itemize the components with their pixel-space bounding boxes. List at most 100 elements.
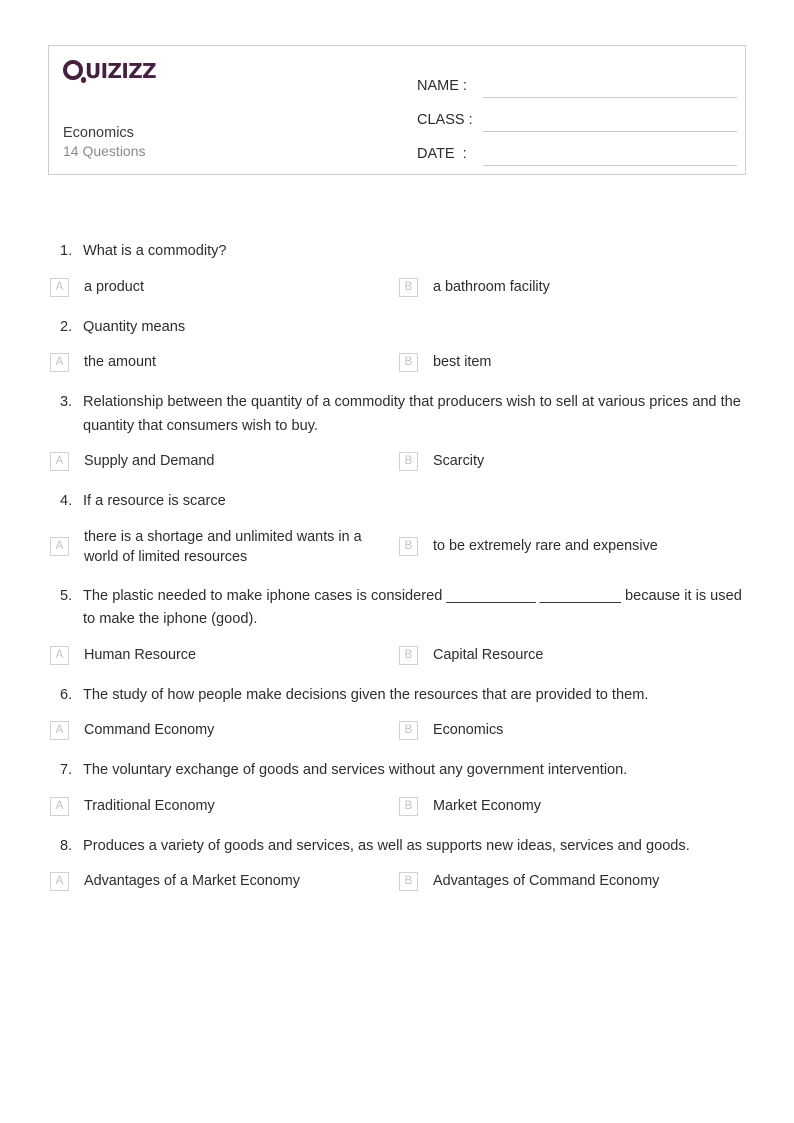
question-block: 6. The study of how people make decision… bbox=[48, 672, 746, 748]
question-list: 1. What is a commodity? A a product B a … bbox=[48, 228, 746, 898]
option-b-letter: B bbox=[399, 645, 418, 665]
question-number: 7. bbox=[60, 762, 73, 778]
worksheet-header: UIZIZZ Economics 14 Questions NAME : CLA… bbox=[48, 45, 746, 175]
question-block: 7. The voluntary exchange of goods and s… bbox=[48, 747, 746, 823]
question-text: The plastic needed to make iphone cases … bbox=[83, 587, 742, 628]
option-a-letter: A bbox=[50, 872, 69, 891]
option-b-text: to be extremely rare and expensive bbox=[433, 538, 658, 554]
name-input-line[interactable] bbox=[483, 76, 737, 98]
option-a[interactable]: A the amount bbox=[48, 352, 397, 373]
option-a-letter: A bbox=[50, 537, 69, 556]
option-a-text: Traditional Economy bbox=[84, 797, 215, 814]
question-number: 8. bbox=[60, 837, 73, 854]
question-line: 4. If a resource is scarce bbox=[48, 478, 746, 514]
date-field-row: DATE : bbox=[417, 132, 737, 166]
question-text: If a resource is scarce bbox=[83, 493, 226, 509]
question-number: 4. bbox=[60, 493, 73, 509]
option-b-text: a bathroom facility bbox=[433, 278, 550, 295]
option-a[interactable]: A Supply and Demand bbox=[48, 451, 397, 472]
quizizz-logo-text: UIZIZZ bbox=[85, 58, 157, 83]
option-b-text: Scarcity bbox=[433, 453, 485, 469]
question-line: 8. Produces a variety of goods and servi… bbox=[48, 823, 746, 859]
quiz-question-count: 14 Questions bbox=[63, 143, 146, 159]
question-text: Produces a variety of goods and services… bbox=[83, 837, 690, 854]
question-block: 4. If a resource is scarce A there is a … bbox=[48, 478, 746, 573]
student-info-fields: NAME : CLASS : DATE : bbox=[417, 64, 737, 166]
option-b-letter: B bbox=[399, 452, 418, 471]
option-a-text: there is a shortage and unlimited wants … bbox=[84, 528, 362, 565]
option-b-text: Market Economy bbox=[433, 797, 541, 814]
option-a-letter: A bbox=[50, 721, 69, 740]
question-block: 5. The plastic needed to make iphone cas… bbox=[48, 573, 746, 672]
option-a-letter: A bbox=[50, 277, 69, 297]
option-a-text: Human Resource bbox=[84, 646, 196, 663]
option-a-letter: A bbox=[50, 796, 69, 816]
option-b-text: Economics bbox=[433, 722, 504, 738]
question-text: Relationship between the quantity of a c… bbox=[83, 394, 741, 434]
name-field-label: NAME : bbox=[417, 78, 467, 94]
option-a[interactable]: A Advantages of a Market Economy bbox=[48, 871, 397, 892]
option-a-letter: A bbox=[50, 353, 69, 372]
option-b-letter: B bbox=[399, 277, 418, 297]
question-block: 8. Produces a variety of goods and servi… bbox=[48, 823, 746, 899]
question-text: The study of how people make decisions g… bbox=[83, 686, 649, 703]
option-b-letter: B bbox=[399, 353, 418, 372]
date-input-line[interactable] bbox=[483, 144, 737, 166]
option-a[interactable]: A a product bbox=[48, 277, 397, 298]
option-row: A a product B a bathroom facility bbox=[48, 264, 746, 304]
option-a[interactable]: A Traditional Economy bbox=[48, 796, 397, 817]
question-text: What is a commodity? bbox=[83, 243, 227, 259]
option-a-letter: A bbox=[50, 452, 69, 471]
question-text: Quantity means bbox=[83, 318, 186, 335]
question-line: 1. What is a commodity? bbox=[48, 228, 746, 264]
option-b[interactable]: B best item bbox=[397, 352, 746, 373]
question-line: 7. The voluntary exchange of goods and s… bbox=[48, 747, 746, 783]
quizizz-logo: UIZIZZ bbox=[63, 58, 263, 84]
option-b[interactable]: B Market Economy bbox=[397, 796, 746, 817]
option-b[interactable]: B Capital Resource bbox=[397, 645, 746, 666]
question-text: The voluntary exchange of goods and serv… bbox=[83, 762, 628, 778]
option-row: A Advantages of a Market Economy B Advan… bbox=[48, 858, 746, 898]
option-a-text: Advantages of a Market Economy bbox=[84, 873, 300, 889]
option-row: A there is a shortage and unlimited want… bbox=[48, 514, 746, 573]
class-input-line[interactable] bbox=[483, 110, 737, 132]
option-b-text: Advantages of Command Economy bbox=[433, 873, 660, 889]
question-block: 3. Relationship between the quantity of … bbox=[48, 379, 746, 478]
question-line: 2. Quantity means bbox=[48, 304, 746, 340]
option-b[interactable]: B Scarcity bbox=[397, 451, 746, 472]
question-number: 3. bbox=[60, 394, 73, 410]
name-field-row: NAME : bbox=[417, 64, 737, 98]
option-a-letter: A bbox=[50, 645, 69, 665]
option-b[interactable]: B to be extremely rare and expensive bbox=[397, 527, 746, 567]
option-a-text: the amount bbox=[84, 354, 157, 370]
date-field-label: DATE : bbox=[417, 146, 467, 162]
option-b[interactable]: B Advantages of Command Economy bbox=[397, 871, 746, 892]
option-b-letter: B bbox=[399, 537, 418, 556]
option-a-text: Command Economy bbox=[84, 722, 215, 738]
option-row: A Traditional Economy B Market Economy bbox=[48, 783, 746, 823]
option-b-text: best item bbox=[433, 354, 492, 370]
question-block: 1. What is a commodity? A a product B a … bbox=[48, 228, 746, 304]
question-number: 5. bbox=[60, 587, 73, 604]
question-line: 6. The study of how people make decision… bbox=[48, 672, 746, 708]
option-b-text: Capital Resource bbox=[433, 646, 544, 663]
quiz-title: Economics bbox=[63, 125, 134, 141]
option-b-letter: B bbox=[399, 796, 418, 816]
option-b-letter: B bbox=[399, 872, 418, 891]
option-a[interactable]: A Command Economy bbox=[48, 720, 397, 741]
option-b-letter: B bbox=[399, 721, 418, 740]
question-number: 2. bbox=[60, 318, 73, 335]
option-a[interactable]: A there is a shortage and unlimited want… bbox=[48, 527, 397, 567]
option-b[interactable]: B a bathroom facility bbox=[397, 277, 746, 298]
option-b[interactable]: B Economics bbox=[397, 720, 746, 741]
option-a-text: Supply and Demand bbox=[84, 453, 215, 469]
option-a[interactable]: A Human Resource bbox=[48, 645, 397, 666]
option-row: A Supply and Demand B Scarcity bbox=[48, 438, 746, 478]
option-row: A Command Economy B Economics bbox=[48, 707, 746, 747]
quizizz-q-ring bbox=[63, 59, 83, 80]
worksheet-page: UIZIZZ Economics 14 Questions NAME : CLA… bbox=[0, 0, 794, 1123]
question-number: 6. bbox=[60, 686, 73, 703]
quizizz-q-icon bbox=[63, 59, 86, 83]
question-line: 5. The plastic needed to make iphone cas… bbox=[48, 573, 746, 632]
question-block: 2. Quantity means A the amount B best it… bbox=[48, 304, 746, 380]
